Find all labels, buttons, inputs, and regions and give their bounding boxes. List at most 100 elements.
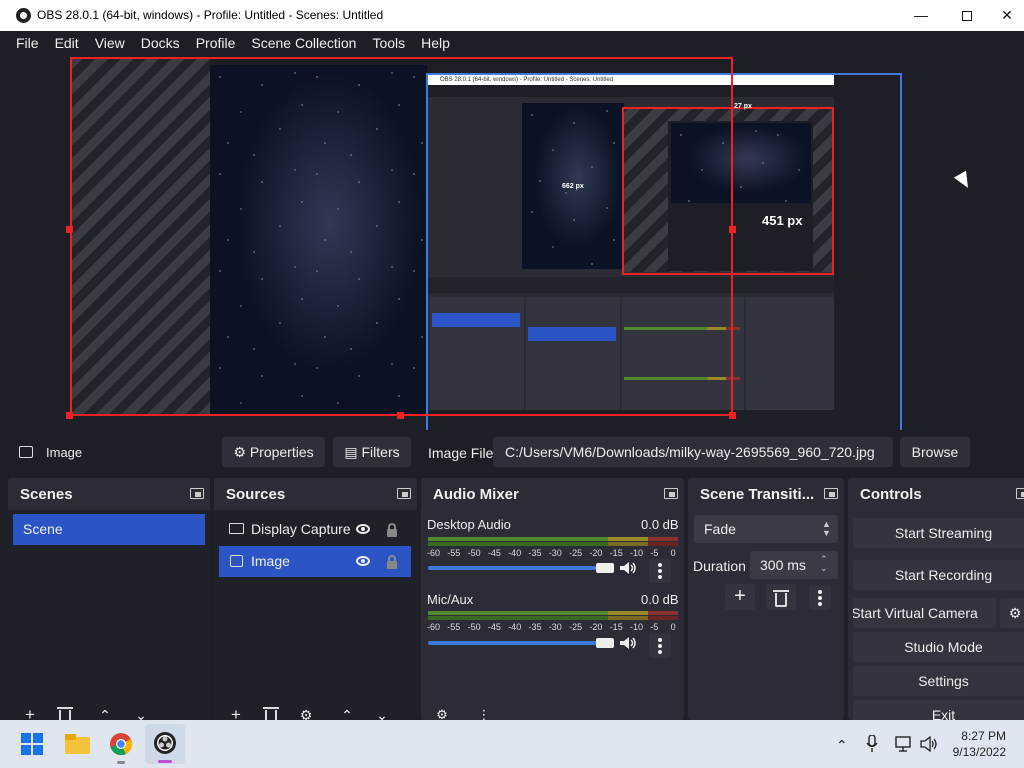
volume-icon[interactable] bbox=[920, 735, 938, 755]
spin-buttons-icon[interactable]: ⌃ ⌄ bbox=[820, 555, 828, 573]
obs-icon bbox=[154, 732, 176, 754]
visibility-eye-icon[interactable] bbox=[356, 524, 370, 534]
menu-scene-collection[interactable]: Scene Collection bbox=[243, 31, 364, 55]
undock-icon[interactable] bbox=[1016, 488, 1024, 499]
scene-item[interactable]: Scene bbox=[13, 514, 205, 545]
scenes-dock: Scenes Scene bbox=[8, 478, 210, 720]
resize-handle-bottom-left[interactable] bbox=[66, 412, 73, 419]
db-tick-label: -35 bbox=[528, 622, 542, 632]
source-item-image[interactable]: Image bbox=[219, 546, 411, 577]
mic-aux-label: Mic/Aux bbox=[427, 592, 474, 607]
db-tick-label: -20 bbox=[589, 622, 603, 632]
transition-properties-button[interactable] bbox=[809, 586, 831, 610]
speaker-icon[interactable] bbox=[619, 561, 637, 575]
image-icon bbox=[230, 555, 243, 567]
start-virtual-camera-button[interactable]: Start Virtual Camera bbox=[853, 598, 996, 628]
trash-icon bbox=[773, 590, 789, 607]
desktop-audio-label: Desktop Audio bbox=[427, 517, 511, 532]
scene-transitions-dock: Scene Transiti... Fade ▲ ▼ Duration 300 m… bbox=[688, 478, 844, 720]
menu-tools[interactable]: Tools bbox=[364, 31, 413, 55]
mic-aux-volume-knob[interactable] bbox=[596, 638, 614, 648]
virtual-camera-settings-button[interactable]: ⚙ bbox=[1000, 598, 1024, 628]
db-tick-label: -50 bbox=[467, 622, 481, 632]
tray-chevron-up-icon[interactable]: ⌃ bbox=[836, 737, 848, 754]
resize-handle-bottom[interactable] bbox=[397, 412, 404, 419]
add-transition-button[interactable]: + bbox=[725, 584, 755, 610]
obs-logo-icon bbox=[16, 8, 31, 23]
browse-button[interactable]: Browse bbox=[900, 437, 970, 467]
mixer-body: Desktop Audio 0.0 dB -60 -55 -50 -45 -40 -35-… bbox=[421, 510, 684, 720]
settings-button[interactable]: Settings bbox=[853, 666, 1024, 696]
menu-profile[interactable]: Profile bbox=[188, 31, 244, 55]
desktop-audio-volume-knob[interactable] bbox=[596, 563, 614, 573]
start-streaming-button[interactable]: Start Streaming bbox=[853, 518, 1024, 548]
menu-bar: File Edit View Docks Profile Scene Colle… bbox=[0, 31, 1024, 55]
mouse-cursor-icon bbox=[953, 170, 975, 192]
monitor-icon bbox=[229, 523, 244, 534]
properties-button[interactable]: ⚙ Properties bbox=[222, 437, 325, 467]
maximize-icon bbox=[962, 11, 972, 22]
db-tick-label: -45 bbox=[487, 622, 501, 632]
lock-icon[interactable] bbox=[387, 523, 397, 537]
menu-file[interactable]: File bbox=[8, 31, 47, 55]
db-tick-label: -50 bbox=[467, 548, 481, 558]
resize-handle-left[interactable] bbox=[66, 226, 73, 233]
mic-aux-volume-slider[interactable] bbox=[428, 641, 613, 645]
exit-button[interactable]: Exit bbox=[853, 700, 1024, 720]
studio-mode-button[interactable]: Studio Mode bbox=[853, 632, 1024, 662]
filters-label: Filters bbox=[361, 444, 400, 460]
speaker-icon[interactable] bbox=[619, 636, 637, 650]
menu-edit[interactable]: Edit bbox=[47, 31, 87, 55]
resize-handle-bottom-right[interactable] bbox=[729, 412, 736, 419]
desktop-audio-volume-slider[interactable] bbox=[428, 566, 613, 570]
microphone-icon[interactable] bbox=[866, 734, 878, 756]
db-tick-label: -20 bbox=[589, 548, 603, 558]
obs-window: OBS 28.0.1 (64-bit, windows) - Profile: … bbox=[0, 0, 1024, 768]
mic-aux-meter bbox=[428, 611, 678, 615]
clock-date[interactable]: 9/13/2022 bbox=[945, 745, 1006, 759]
clock-time[interactable]: 8:27 PM bbox=[958, 729, 1006, 743]
db-tick-label: -25 bbox=[569, 622, 583, 632]
source-item-display-capture[interactable]: Display Capture bbox=[219, 514, 411, 545]
virtual-camera-label: Start Virtual Camera bbox=[853, 605, 978, 621]
menu-docks[interactable]: Docks bbox=[133, 31, 188, 55]
source-label: Image bbox=[251, 553, 290, 569]
menu-help[interactable]: Help bbox=[413, 31, 458, 55]
minimize-button[interactable]: — bbox=[898, 0, 944, 31]
db-tick-label: -55 bbox=[447, 548, 461, 558]
undock-icon[interactable] bbox=[824, 488, 838, 499]
transitions-body: Fade ▲ ▼ Duration 300 ms ⌃ ⌄ + bbox=[688, 510, 844, 720]
remove-transition-button[interactable] bbox=[766, 584, 796, 610]
controls-body: Start Streaming Start Recording Start Vi… bbox=[848, 510, 1024, 720]
chrome-icon[interactable] bbox=[109, 732, 133, 756]
controls-title: Controls bbox=[860, 486, 922, 503]
menu-view[interactable]: View bbox=[87, 31, 133, 55]
close-button[interactable]: ✕ bbox=[990, 0, 1024, 31]
obs-taskbar-button[interactable] bbox=[145, 724, 185, 764]
filters-button[interactable]: ▤ Filters bbox=[333, 437, 411, 467]
start-recording-button[interactable]: Start Recording bbox=[853, 560, 1024, 590]
db-tick-label: -15 bbox=[609, 548, 623, 558]
undock-icon[interactable] bbox=[397, 488, 411, 499]
mic-aux-menu-button[interactable] bbox=[649, 634, 671, 658]
undock-icon[interactable] bbox=[190, 488, 204, 499]
db-tick-label: -45 bbox=[487, 548, 501, 558]
plus-icon: + bbox=[734, 585, 746, 607]
db-tick-label: -30 bbox=[548, 548, 562, 558]
lock-icon[interactable] bbox=[387, 555, 397, 569]
windows-start-icon[interactable] bbox=[21, 733, 43, 755]
controls-dock: Controls Start Streaming Start Recording… bbox=[848, 478, 1024, 720]
maximize-button[interactable] bbox=[944, 0, 990, 31]
undock-icon[interactable] bbox=[664, 488, 678, 499]
audio-mixer-title: Audio Mixer bbox=[433, 486, 519, 503]
db-tick-label: -5 bbox=[650, 622, 659, 632]
resize-handle-right[interactable] bbox=[729, 226, 736, 233]
preview-canvas[interactable]: OBS 28.0.1 (64-bit, windows) - Profile: … bbox=[0, 55, 1024, 430]
visibility-eye-icon[interactable] bbox=[356, 556, 370, 566]
image-selection-box[interactable] bbox=[70, 57, 733, 416]
file-explorer-icon[interactable] bbox=[65, 734, 90, 754]
transition-select[interactable]: Fade bbox=[694, 515, 838, 543]
gear-icon: ⚙ bbox=[1008, 605, 1022, 621]
network-icon[interactable] bbox=[895, 736, 913, 755]
desktop-audio-menu-button[interactable] bbox=[649, 559, 671, 583]
